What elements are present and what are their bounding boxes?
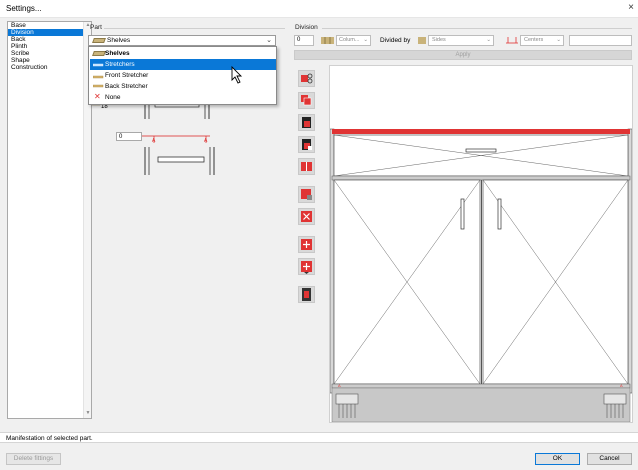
part-select[interactable]: Shelves ⌄ <box>88 35 276 46</box>
copy-icon <box>301 95 312 106</box>
part-select-value: Shelves <box>107 37 131 44</box>
svg-text:A: A <box>338 383 341 388</box>
cabinet-canvas[interactable]: A A <box>329 65 633 423</box>
copy-division-button[interactable] <box>298 92 315 109</box>
svg-text:A: A <box>620 383 623 388</box>
divided-by-label: Divided by <box>380 37 411 44</box>
columns-select[interactable]: Colum... ⌄ <box>336 35 371 46</box>
centers-icon <box>506 37 518 44</box>
cabinet-drawing: A A <box>329 128 633 423</box>
cancel-button[interactable]: Cancel <box>587 453 632 465</box>
back-stretcher-icon <box>93 84 104 88</box>
part-option-shelves[interactable]: Shelves <box>90 48 276 59</box>
category-item-back[interactable]: Back <box>8 36 91 43</box>
category-item-division[interactable]: Division <box>8 29 91 36</box>
category-item-shape[interactable]: Shape <box>8 57 91 64</box>
edit-division-button[interactable] <box>298 186 315 203</box>
insert-division-button[interactable] <box>298 286 315 303</box>
category-item-base[interactable]: Base <box>8 22 91 29</box>
centers-value-input[interactable] <box>569 35 632 46</box>
chevron-down-icon: ⌄ <box>363 37 368 43</box>
category-list[interactable]: Base Division Back Plinth Scribe Shape C… <box>7 21 92 419</box>
insert-icon <box>302 288 311 301</box>
chevron-down-icon: ⌄ <box>556 37 561 43</box>
sides-select[interactable]: Sides ⌄ <box>428 35 494 46</box>
part-option-none[interactable]: ✕ None <box>90 92 276 103</box>
part-option-back-stretcher[interactable]: Back Stretcher <box>90 81 276 92</box>
cut-division-button[interactable] <box>298 70 315 87</box>
mouse-cursor-icon <box>231 66 243 84</box>
title-bar: Settings... × <box>0 0 638 18</box>
category-item-construction[interactable]: Construction <box>8 64 91 71</box>
sides-icon <box>418 37 426 44</box>
none-x-icon: ✕ <box>94 92 101 101</box>
delete-division-button[interactable] <box>298 208 315 225</box>
columns-icon <box>321 37 334 44</box>
shelf-icon <box>92 51 106 56</box>
scissors-icon <box>301 73 313 84</box>
svg-text:A: A <box>152 138 156 144</box>
paste-special-icon <box>302 139 312 150</box>
chevron-down-icon: ⌄ <box>486 37 491 43</box>
status-text: Manifestation of selected part. <box>6 435 93 442</box>
svg-text:A: A <box>204 138 208 144</box>
paste-special-button[interactable] <box>298 136 315 153</box>
division-group-line <box>322 28 632 29</box>
close-icon[interactable]: × <box>628 2 634 13</box>
delete-icon <box>301 211 312 222</box>
delete-fittings-button[interactable]: Delete fittings <box>6 453 61 465</box>
status-bar: Manifestation of selected part. <box>0 432 638 443</box>
centers-select[interactable]: Centers ⌄ <box>520 35 564 46</box>
chevron-down-icon: ⌄ <box>266 37 272 44</box>
split-icon <box>301 162 312 171</box>
window-title: Settings... <box>6 4 42 13</box>
split-division-button[interactable] <box>298 158 315 175</box>
shelf-icon <box>92 38 106 43</box>
category-item-plinth[interactable]: Plinth <box>8 43 91 50</box>
ok-button[interactable]: OK <box>535 453 580 465</box>
move-up-icon <box>301 261 312 274</box>
paste-division-button[interactable] <box>298 114 315 131</box>
part-dropdown-list[interactable]: Shelves Stretchers Front Stretcher Back … <box>88 46 277 105</box>
part-group-label: Part <box>90 24 102 31</box>
category-item-scribe[interactable]: Scribe <box>8 50 91 57</box>
division-group-label: Division <box>295 24 318 31</box>
front-stretcher-icon <box>93 75 104 79</box>
add-icon <box>301 239 312 250</box>
stretcher-icon <box>93 63 104 67</box>
paste-icon <box>302 117 311 128</box>
add-division-button[interactable] <box>298 236 315 253</box>
part-option-front-stretcher[interactable]: Front Stretcher <box>90 70 276 81</box>
part-group-line <box>104 28 285 29</box>
scroll-down-icon[interactable]: ▼ <box>84 410 92 418</box>
edit-division-icon <box>301 189 312 200</box>
apply-button[interactable]: Apply <box>294 50 632 60</box>
move-up-division-button[interactable] <box>298 258 315 275</box>
part-option-stretchers[interactable]: Stretchers <box>90 59 276 70</box>
offset-input[interactable]: 0 <box>116 132 142 141</box>
division-count-input[interactable]: 0 <box>294 35 314 46</box>
